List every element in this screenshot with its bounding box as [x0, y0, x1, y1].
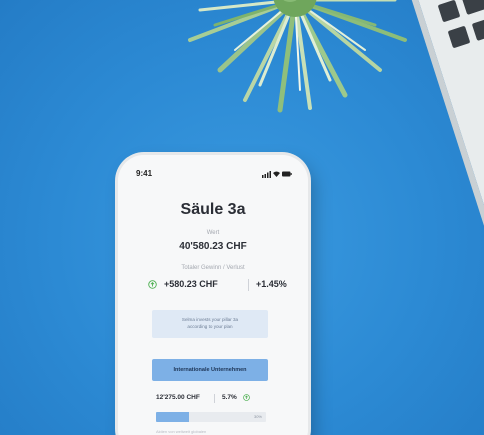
gain-label: Totaler Gewinn / Verlust	[181, 265, 245, 271]
detail-amount: 12'275.00 CHF	[156, 394, 200, 401]
divider	[248, 279, 249, 291]
laptop-decoration	[411, 0, 484, 226]
description-text: Aktien von weltweit globalen	[156, 429, 207, 434]
wifi-icon	[273, 171, 280, 177]
arrow-up-circle-icon	[148, 280, 157, 289]
page-title: Säule 3a	[180, 201, 246, 218]
gain-amount: +580.23 CHF	[164, 279, 218, 289]
progress-fill	[156, 412, 189, 422]
arrow-up-circle-icon	[243, 394, 250, 401]
status-icons	[262, 171, 292, 178]
signal-icon	[262, 171, 271, 178]
gain-row: +580.23 CHF +1.45%	[148, 279, 287, 293]
progress-bar: 30%	[156, 412, 266, 422]
info-line: according to your plan	[187, 324, 233, 329]
total-value: 40'580.23 CHF	[179, 241, 247, 252]
info-line: Selma invests your pillar 3a	[181, 317, 239, 322]
gain-percent: +1.45%	[256, 279, 287, 289]
phone-screen: 9:41 Säule 3a Wert 40'580.23 CHF Totaler…	[118, 155, 308, 435]
detail-percent: 5.7%	[222, 394, 237, 401]
battery-icon	[282, 171, 292, 177]
phone: 9:41 Säule 3a Wert 40'580.23 CHF Totaler…	[118, 155, 308, 435]
value-label: Wert	[206, 230, 220, 236]
status-time: 9:41	[136, 169, 153, 178]
category-button[interactable]: Internationale Unternehmen	[152, 359, 268, 381]
info-box: Selma invests your pillar 3a according t…	[152, 310, 268, 338]
plant-decoration	[188, 0, 407, 113]
status-bar: 9:41	[136, 169, 292, 181]
progress-text: 30%	[253, 414, 262, 419]
desk-background: 9:41 Säule 3a Wert 40'580.23 CHF Totaler…	[0, 0, 484, 435]
divider	[214, 394, 215, 403]
detail-row: 12'275.00 CHF 5.7%	[156, 394, 278, 406]
